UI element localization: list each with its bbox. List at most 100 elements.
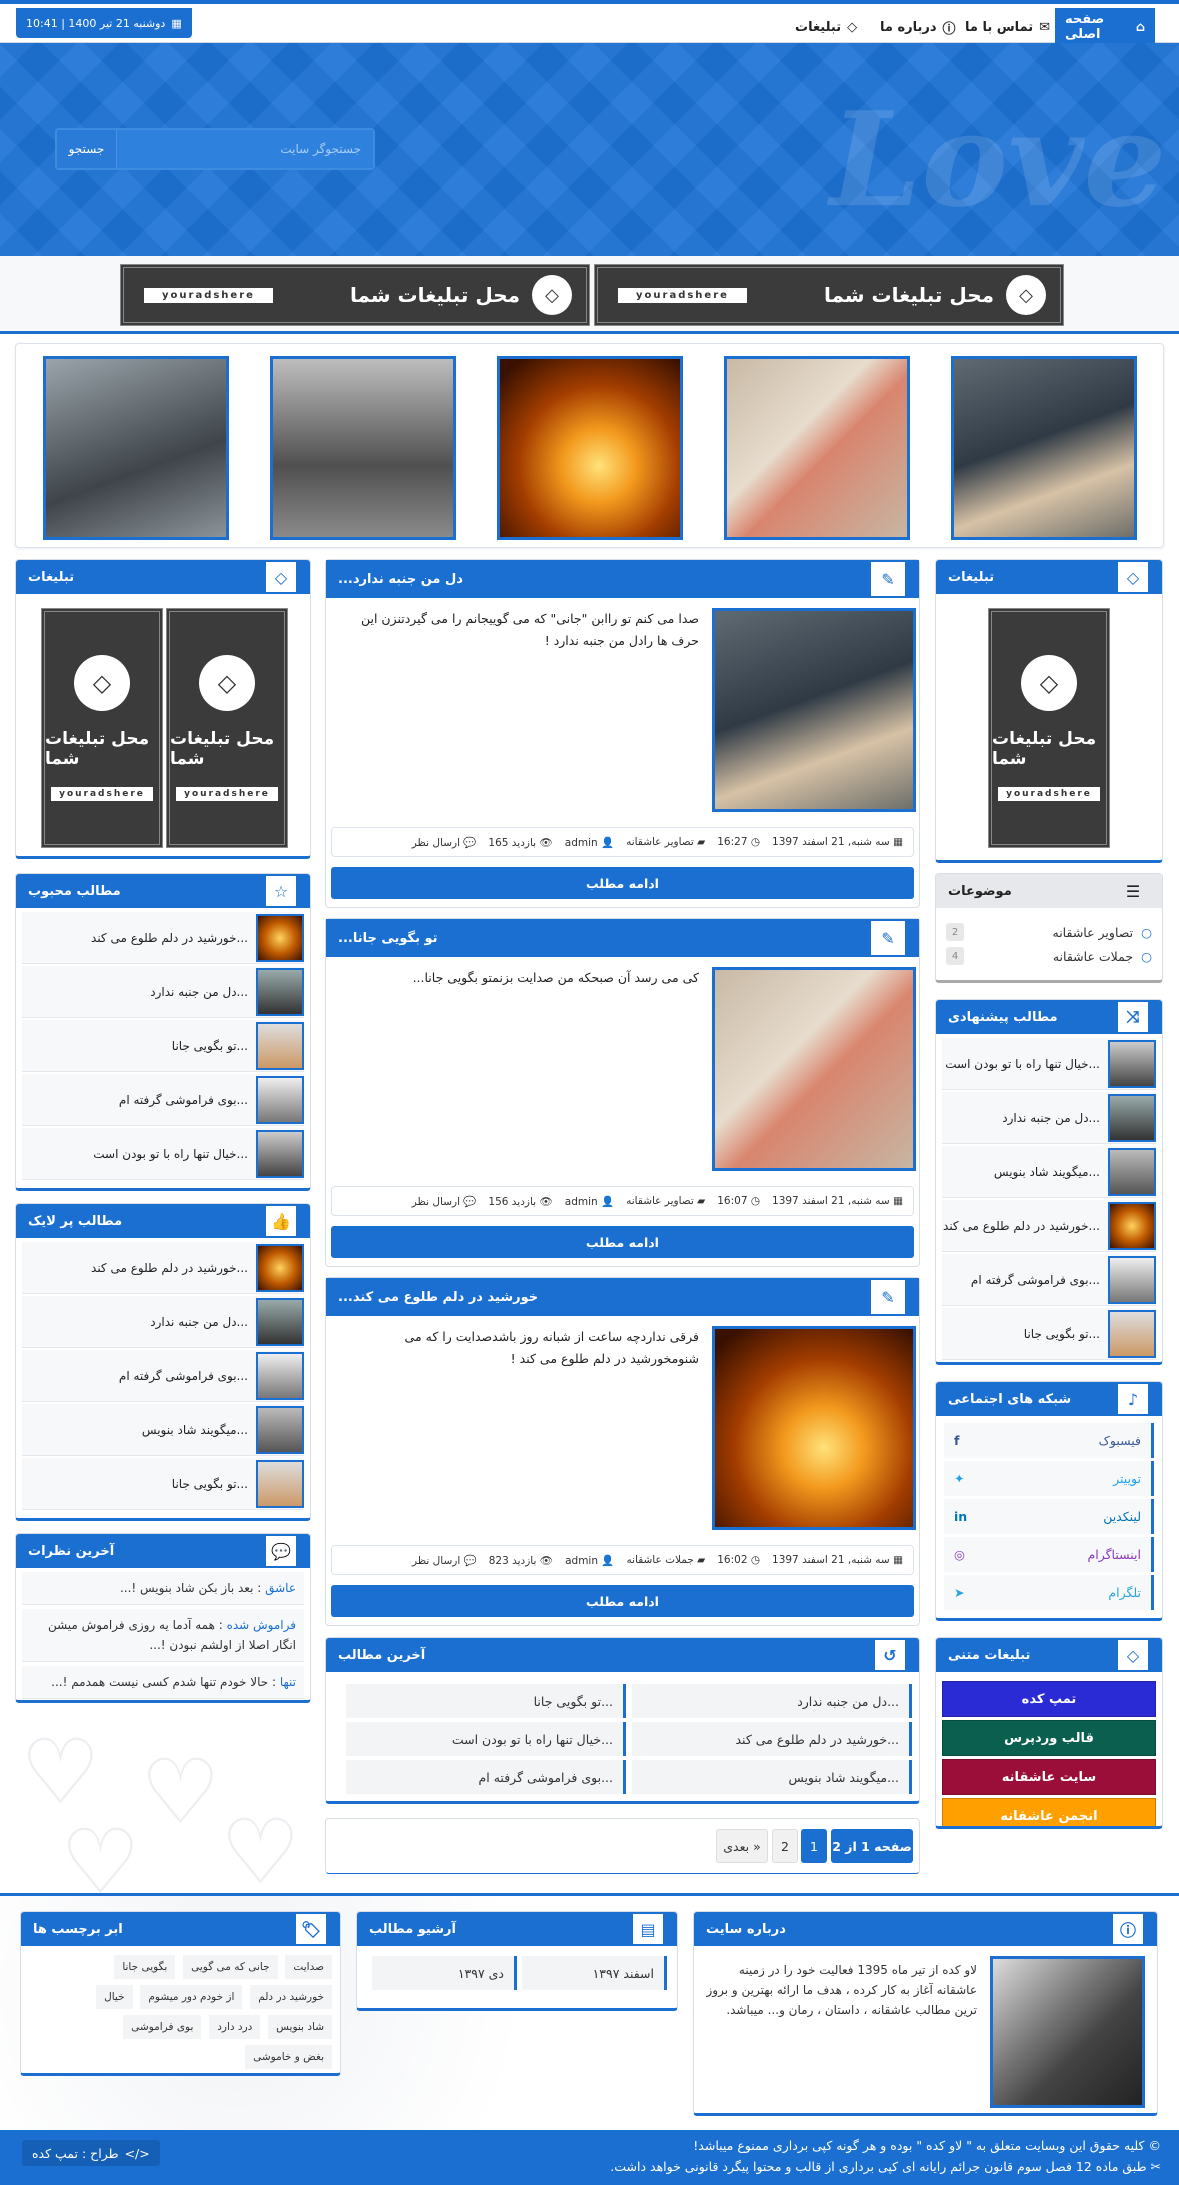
list-item[interactable]: خورشید در دلم طلوع می کند... <box>22 912 304 964</box>
tag-link[interactable]: خورشید در دلم <box>250 1985 332 2009</box>
list-item[interactable]: تو بگویی جانا... <box>22 1020 304 1072</box>
comment-item[interactable]: عاشق : بعد باز بکن شاد بنویس !... <box>22 1572 304 1605</box>
list-item[interactable]: دل من جنبه ندارد... <box>22 966 304 1018</box>
post-image[interactable] <box>712 1326 916 1530</box>
tag-link[interactable]: صدایت <box>285 1955 332 1979</box>
author[interactable]: admin 👤 <box>565 836 614 849</box>
tag-link[interactable]: بوی فراموشی <box>123 2015 202 2039</box>
archive-item[interactable]: اسفند ۱۳۹۷ <box>522 1956 667 1990</box>
tag-link[interactable]: جانی که می گویی <box>183 1955 278 1979</box>
post-meta: ارسال نظر 💬 823 بازدید 👁 admin 👤 جملات ع… <box>331 1545 914 1575</box>
tag-link[interactable]: خیال <box>96 1985 133 2009</box>
read-more-button[interactable]: ادامه مطلب <box>331 1585 914 1617</box>
tag-link[interactable]: شاد بنویس <box>268 2015 332 2039</box>
comment-item[interactable]: فراموش شده : همه آدما یه روزی فراموش میش… <box>22 1609 304 1662</box>
comment-link[interactable]: ارسال نظر 💬 <box>412 836 477 849</box>
site-logo[interactable]: Love <box>830 83 1166 236</box>
comment-link[interactable]: ارسال نظر 💬 <box>412 1195 477 1208</box>
read-more-button[interactable]: ادامه مطلب <box>331 1226 914 1258</box>
ad-vertical[interactable]: ◇ محل تبلیغات شما youradshere <box>988 608 1110 848</box>
search-button[interactable]: جستجو <box>57 130 117 168</box>
archive-box: ▤ آرشیو مطالب اسفند ۱۳۹۷ دی ۱۳۹۷ <box>356 1911 678 2011</box>
list-item[interactable]: دل من جنبه ندارد... <box>22 1296 304 1348</box>
latest-item[interactable]: خورشید در دلم طلوع می کند... <box>632 1722 912 1756</box>
list-item[interactable]: بوی فراموشی گرفته ام... <box>22 1074 304 1126</box>
text-ad-link[interactable]: قالب وردپرس <box>942 1720 1156 1756</box>
list-item[interactable]: خورشید در دلم طلوع می کند... <box>22 1242 304 1294</box>
gallery-image[interactable] <box>43 356 229 540</box>
social-link-telegram[interactable]: ➤ تلگرام <box>944 1575 1154 1610</box>
clock-icon: ◷ <box>750 1554 761 1566</box>
post-title[interactable]: خورشید در دلم طلوع می کند... <box>338 1290 538 1305</box>
post-image[interactable] <box>712 608 916 812</box>
gallery-image[interactable] <box>724 356 910 540</box>
latest-item[interactable]: میگویند شاد بنویس... <box>632 1760 912 1794</box>
list-item[interactable]: تو بگویی جانا... <box>22 1458 304 1510</box>
item-thumbnail <box>256 913 304 962</box>
list-item[interactable]: بوی فراموشی گرفته ام... <box>942 1254 1156 1306</box>
next-page-button[interactable]: بعدی » <box>716 1829 768 1863</box>
calendar-icon: ▦ <box>893 1554 903 1566</box>
social-link-linkedin[interactable]: in لینکدین <box>944 1499 1154 1534</box>
gallery-image[interactable] <box>497 356 683 540</box>
nav-about[interactable]: درباره ما ⓘ <box>870 8 966 46</box>
list-item[interactable]: میگویند شاد بنویس... <box>942 1146 1156 1198</box>
tag-link[interactable]: درد دارد <box>209 2015 261 2039</box>
tag-link[interactable]: از خودم دور میشوم <box>140 1985 243 2009</box>
category[interactable]: تصاویر عاشقانه ▰ <box>626 836 705 848</box>
ad-vertical[interactable]: ◇ محل تبلیغات شما youradshere <box>166 608 288 848</box>
designer-credit[interactable]: طراح : تمپ کده </> <box>22 2140 160 2166</box>
nav-contact[interactable]: تماس با ما ✉ <box>955 8 1060 46</box>
post-title[interactable]: دل من جنبه ندارد... <box>338 572 463 587</box>
star-icon: ☆ <box>264 874 298 908</box>
nav-ads[interactable]: تبلیغات ◇ <box>785 8 867 46</box>
latest-item[interactable]: بوی فراموشی گرفته ام... <box>346 1760 626 1794</box>
read-more-button[interactable]: ادامه مطلب <box>331 867 914 899</box>
social-link-facebook[interactable]: f فیسبوک <box>944 1423 1154 1458</box>
topic-item[interactable]: 4 جملات عاشقانه ○ <box>936 944 1162 968</box>
latest-item[interactable]: دل من جنبه ندارد... <box>632 1684 912 1718</box>
category[interactable]: جملات عاشقانه ▰ <box>626 1554 705 1566</box>
about-image <box>990 1956 1145 2108</box>
box-header: 💬 آخرین نظرات <box>16 1534 310 1568</box>
latest-item[interactable]: خیال تنها راه با تو بودن است... <box>346 1722 626 1756</box>
gallery-image[interactable] <box>951 356 1137 540</box>
folder-icon: ▰ <box>697 1554 706 1566</box>
text-ad-link[interactable]: انجمن عاشقانه <box>942 1798 1156 1826</box>
search-input[interactable]: جستجوگر سایت <box>117 130 373 168</box>
comment-item[interactable]: تنها : حالا خودم تنها شدم کسی نیست همدمم… <box>22 1666 304 1699</box>
archive-item[interactable]: دی ۱۳۹۷ <box>372 1956 517 1990</box>
list-item[interactable]: میگویند شاد بنویس... <box>22 1404 304 1456</box>
ad-banner[interactable]: youradshere محل تبلیغات شما ◇ <box>594 264 1064 326</box>
post-image[interactable] <box>712 967 916 1171</box>
page-number[interactable]: 2 <box>772 1829 798 1863</box>
social-link-instagram[interactable]: ◎ اینستاگرام <box>944 1537 1154 1572</box>
text-ad-link[interactable]: سایت عاشقانه <box>942 1759 1156 1795</box>
text-ad-link[interactable]: تمپ کده <box>942 1681 1156 1717</box>
list-item[interactable]: بوی فراموشی گرفته ام... <box>22 1350 304 1402</box>
list-item[interactable]: خیال تنها راه با تو بودن است... <box>22 1128 304 1180</box>
nav-home[interactable]: صفحه اصلی ⌂ <box>1055 8 1155 46</box>
author[interactable]: admin 👤 <box>565 1195 614 1208</box>
views-label: 156 بازدید <box>488 1195 537 1208</box>
latest-item[interactable]: تو بگویی جانا... <box>346 1684 626 1718</box>
category[interactable]: تصاویر عاشقانه ▰ <box>626 1195 705 1207</box>
comment-author: تنها <box>279 1675 296 1689</box>
topic-item[interactable]: 2 تصاویر عاشقانه ○ <box>936 920 1162 944</box>
page-number-current[interactable]: 1 <box>801 1829 827 1863</box>
ad-vertical[interactable]: ◇ محل تبلیغات شما youradshere <box>41 608 163 848</box>
suggested-box: ⤨ مطالب پیشنهادی خیال تنها راه با تو بودن… <box>935 999 1163 1365</box>
author[interactable]: admin 👤 <box>565 1554 614 1567</box>
list-item[interactable]: دل من جنبه ندارد... <box>942 1092 1156 1144</box>
tag-link[interactable]: بغض و خاموشی <box>245 2045 332 2069</box>
post-title[interactable]: تو بگویی جانا... <box>338 931 438 946</box>
comment-link[interactable]: ارسال نظر 💬 <box>412 1554 477 1567</box>
list-item[interactable]: خورشید در دلم طلوع می کند... <box>942 1200 1156 1252</box>
list-item[interactable]: خیال تنها راه با تو بودن است... <box>942 1038 1156 1090</box>
list-item[interactable]: تو بگویی جانا... <box>942 1308 1156 1360</box>
ad-banner[interactable]: youradshere محل تبلیغات شما ◇ <box>120 264 590 326</box>
social-link-twitter[interactable]: ✦ توییتر <box>944 1461 1154 1496</box>
item-title: بوی فراموشی گرفته ام... <box>970 1272 1100 1287</box>
tag-link[interactable]: بگویی جانا <box>114 1955 176 1979</box>
gallery-image[interactable] <box>270 356 456 540</box>
